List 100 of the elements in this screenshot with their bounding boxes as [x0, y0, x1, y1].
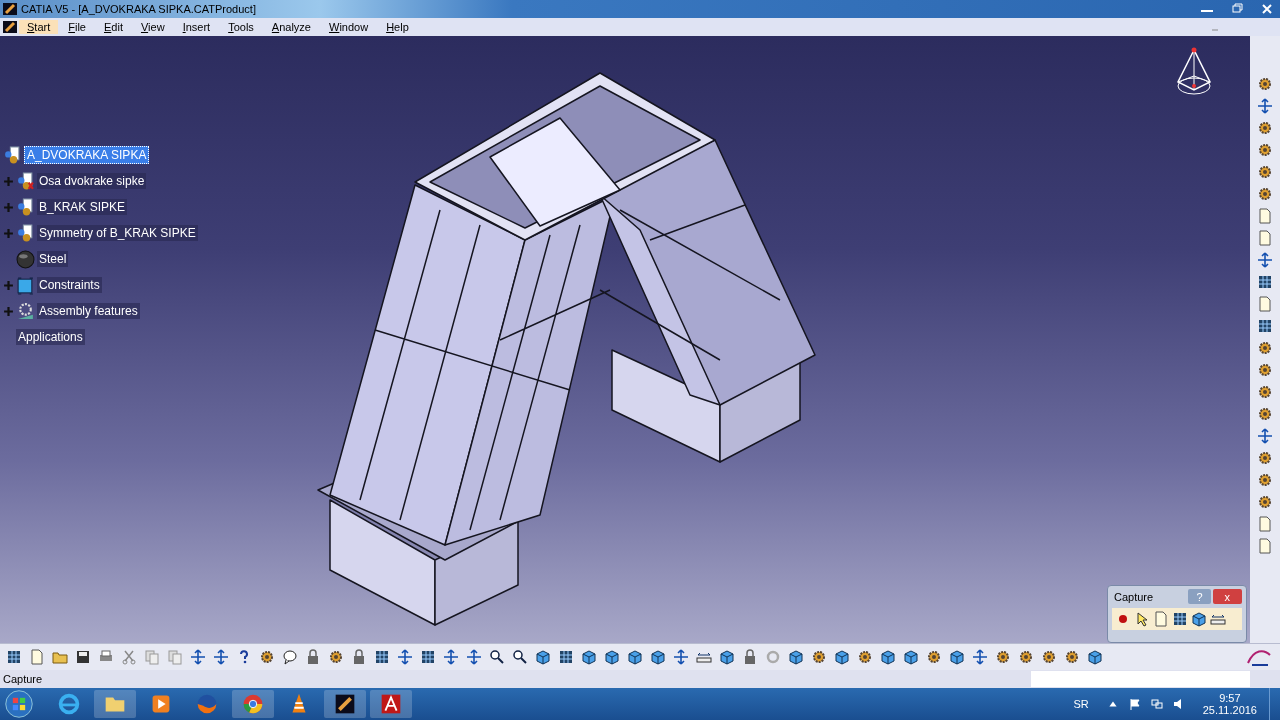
- cube-icon[interactable]: [903, 649, 919, 665]
- page-icon[interactable]: [1153, 611, 1169, 627]
- menu-item[interactable]: Help: [378, 20, 417, 34]
- scissors-icon[interactable]: [121, 649, 137, 665]
- dialog-title: Capture: [1114, 590, 1155, 603]
- gear-icon[interactable]: [1041, 649, 1057, 665]
- lock-icon[interactable]: [351, 649, 367, 665]
- language-indicator[interactable]: SR: [1073, 698, 1089, 710]
- gear-icon[interactable]: [1257, 494, 1273, 510]
- tree-item[interactable]: Steel: [37, 251, 69, 267]
- cube-icon[interactable]: [535, 649, 551, 665]
- clock-time[interactable]: 9:57: [1219, 692, 1241, 704]
- arrows-icon[interactable]: [1257, 98, 1273, 114]
- flag-icon[interactable]: [1128, 698, 1141, 710]
- grid-icon[interactable]: [6, 649, 22, 665]
- tree-item[interactable]: B_KRAK SIPKE: [37, 199, 128, 215]
- cube-icon[interactable]: [949, 649, 965, 665]
- menu-item[interactable]: Edit: [96, 20, 131, 34]
- gear-icon[interactable]: [857, 649, 873, 665]
- arrows-icon[interactable]: [673, 649, 689, 665]
- close-button[interactable]: x: [1212, 589, 1242, 604]
- grid-icon[interactable]: [1257, 318, 1273, 334]
- arrows-icon[interactable]: [972, 649, 988, 665]
- cursor-icon[interactable]: [1134, 611, 1150, 627]
- gear-icon[interactable]: [1257, 450, 1273, 466]
- menu-item[interactable]: Insert: [174, 20, 219, 34]
- cube-icon[interactable]: [719, 649, 735, 665]
- page-icon[interactable]: [1257, 538, 1273, 554]
- menu-item[interactable]: File: [60, 20, 94, 34]
- gear-icon[interactable]: [926, 649, 942, 665]
- cube-icon[interactable]: [1191, 611, 1207, 627]
- cube-icon[interactable]: [880, 649, 896, 665]
- tree-item[interactable]: Assembly features: [37, 303, 140, 319]
- page-icon[interactable]: [1257, 230, 1273, 246]
- gear-icon[interactable]: [1257, 384, 1273, 400]
- gear-icon[interactable]: [1018, 649, 1034, 665]
- folder-icon[interactable]: [52, 649, 68, 665]
- tree-item[interactable]: Osa dvokrake sipke: [37, 173, 147, 189]
- tree-item[interactable]: Applications: [16, 329, 85, 345]
- lock-icon[interactable]: [742, 649, 758, 665]
- sphere-icon: [16, 249, 35, 269]
- tree-item[interactable]: A_DVOKRAKA SIPKA: [24, 146, 150, 164]
- grid-icon[interactable]: [374, 649, 390, 665]
- gear-icon[interactable]: [1064, 649, 1080, 665]
- lock-icon[interactable]: [305, 649, 321, 665]
- gear-icon[interactable]: [811, 649, 827, 665]
- gear-icon[interactable]: [1257, 472, 1273, 488]
- command-field[interactable]: [1031, 671, 1250, 687]
- page-icon[interactable]: [1257, 516, 1273, 532]
- page-icon[interactable]: [29, 649, 45, 665]
- gear-icon[interactable]: [259, 649, 275, 665]
- cube-icon[interactable]: [834, 649, 850, 665]
- menu-item[interactable]: Analyze: [263, 20, 319, 34]
- gear-icon[interactable]: [1257, 142, 1273, 158]
- clock-date[interactable]: 25.11.2016: [1202, 704, 1257, 716]
- gear-icon[interactable]: [1257, 340, 1273, 356]
- gear-icon[interactable]: [1257, 406, 1273, 422]
- grid-icon[interactable]: [1257, 274, 1273, 290]
- network-icon[interactable]: [1150, 698, 1163, 710]
- cube-icon[interactable]: [650, 649, 666, 665]
- arrows-icon[interactable]: [466, 649, 482, 665]
- product-icon: [16, 223, 35, 243]
- product-icon: [16, 171, 35, 191]
- magnifier-icon[interactable]: [512, 649, 528, 665]
- menu-item[interactable]: Window: [321, 20, 377, 34]
- arrows-icon[interactable]: [397, 649, 413, 665]
- cube-icon[interactable]: [788, 649, 804, 665]
- arrows-icon[interactable]: [1257, 252, 1273, 268]
- product-icon: [3, 145, 22, 165]
- speech-bubble-icon[interactable]: [282, 649, 298, 665]
- gear-icon[interactable]: [1257, 120, 1273, 136]
- cube-icon[interactable]: [627, 649, 643, 665]
- product-icon: [16, 197, 35, 217]
- grid-icon[interactable]: [558, 649, 574, 665]
- arrows-icon[interactable]: [1257, 428, 1273, 444]
- cube-icon[interactable]: [581, 649, 597, 665]
- grid-icon[interactable]: [420, 649, 436, 665]
- gear-icon[interactable]: [1257, 76, 1273, 92]
- folder-icon[interactable]: [94, 690, 136, 718]
- grid-icon[interactable]: [1172, 611, 1188, 627]
- arrows-icon[interactable]: [213, 649, 229, 665]
- tree-item[interactable]: Constraints: [37, 277, 102, 293]
- cube-icon[interactable]: [1087, 649, 1103, 665]
- gear-icon[interactable]: [995, 649, 1011, 665]
- gear-icon[interactable]: [328, 649, 344, 665]
- arrows-icon[interactable]: [190, 649, 206, 665]
- gear-icon[interactable]: [1257, 362, 1273, 378]
- page-icon[interactable]: [1257, 208, 1273, 224]
- gear-icon[interactable]: [1257, 186, 1273, 202]
- expand-icon[interactable]: [3, 305, 14, 317]
- cube-icon[interactable]: [604, 649, 620, 665]
- page-icon[interactable]: [1257, 296, 1273, 312]
- start-button[interactable]: [4, 689, 34, 719]
- arrows-icon[interactable]: [443, 649, 459, 665]
- menu-item[interactable]: Tools: [220, 20, 262, 34]
- tree-item[interactable]: Symmetry of B_KRAK SIPKE: [37, 225, 198, 241]
- magnifier-icon[interactable]: [489, 649, 505, 665]
- menu-item[interactable]: Start: [19, 20, 59, 34]
- gear-icon[interactable]: [1257, 164, 1273, 180]
- menu-item[interactable]: View: [132, 20, 173, 34]
